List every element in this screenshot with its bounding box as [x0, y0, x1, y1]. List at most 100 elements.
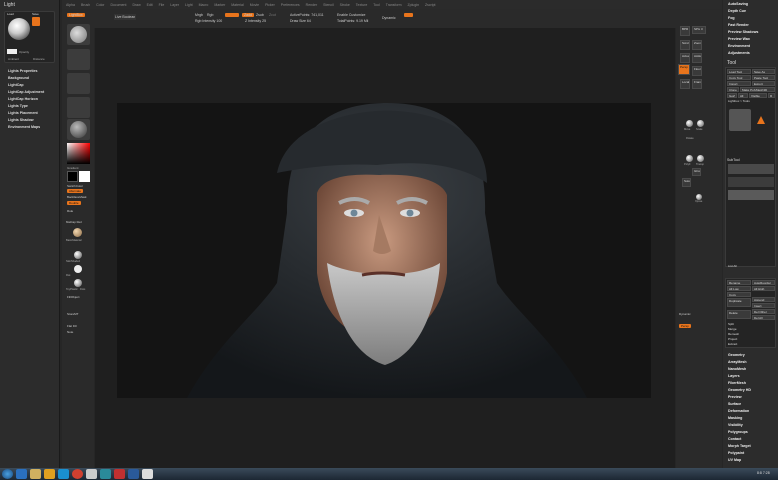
app-icon[interactable] [86, 469, 97, 479]
material-toyplastic[interactable] [74, 279, 82, 287]
rotate-label[interactable]: Rotate [686, 137, 694, 140]
light-bulb-icon[interactable] [32, 17, 40, 26]
app-icon[interactable] [114, 469, 125, 479]
menu-draw[interactable]: Draw [132, 3, 140, 7]
duplicate-button[interactable]: Duplicate [727, 298, 751, 307]
menu-light[interactable]: Light [185, 3, 193, 7]
material-skinshade[interactable] [74, 251, 82, 259]
menu-macro[interactable]: Macro [199, 3, 209, 7]
all-low-button[interactable]: All Low [727, 286, 751, 291]
menu-preview-wax[interactable]: Preview Wax [728, 37, 750, 41]
zadd-button[interactable]: Zadd [242, 13, 254, 17]
del-all-button[interactable]: Del All [752, 315, 775, 320]
backface-mask-button[interactable]: BackfaceMask [67, 195, 87, 199]
ruler-label[interactable]: Rule [67, 209, 73, 213]
zsub-button[interactable]: Zsub [256, 13, 264, 17]
menu-lights-properties[interactable]: Lights Properties [8, 69, 38, 73]
menu-polygroups[interactable]: Polygroups [728, 430, 748, 434]
transp-button[interactable] [697, 155, 704, 162]
save-as-button[interactable]: Save As [752, 69, 775, 74]
material-thumbnail[interactable] [67, 119, 90, 140]
aahalf-button[interactable]: AAHalf [692, 53, 702, 63]
material-flat[interactable] [74, 265, 82, 273]
texture-thumbnail[interactable] [67, 97, 90, 118]
rgb-intensity-slider[interactable]: Rgb Intensity 100 [195, 19, 222, 23]
menu-surface[interactable]: Surface [728, 402, 741, 406]
menu-preview[interactable]: Preview [728, 395, 742, 399]
menu-masking[interactable]: Masking [728, 416, 742, 420]
delete-button[interactable]: Delete [727, 310, 751, 319]
menu-adjustments[interactable]: Adjustments [728, 51, 750, 55]
menu-alpha[interactable]: Alpha [66, 3, 75, 7]
menu-fibermesh[interactable]: FiberMesh [728, 381, 746, 385]
menu-lights-type[interactable]: Lights Type [8, 104, 28, 108]
menu-uv-map[interactable]: UV Map [728, 458, 741, 462]
explorer-icon[interactable] [30, 469, 41, 479]
alternate-button[interactable]: Alternate [67, 189, 84, 193]
ambient-slider[interactable]: Ambient [8, 57, 19, 61]
menu-visibility[interactable]: Visibility [728, 423, 743, 427]
main-color[interactable] [79, 171, 90, 182]
del-other-button[interactable]: Del Other [752, 309, 775, 314]
paste-tool-button[interactable]: Paste Tool [752, 75, 775, 80]
fill-object-button[interactable]: FillObject [67, 295, 80, 299]
menu-zplugin[interactable]: Zplugin [408, 3, 419, 7]
viewport-render[interactable] [117, 103, 651, 398]
distance-slider[interactable]: Distance [33, 57, 45, 61]
menu-transform[interactable]: Transform [386, 3, 402, 7]
insert-button[interactable]: Insert [752, 303, 775, 308]
menu-polypaint[interactable]: Polypaint [728, 451, 744, 455]
copy-button[interactable]: Copy [727, 292, 751, 297]
menu-arraymesh[interactable]: ArrayMesh [728, 360, 747, 364]
menu-document[interactable]: Document [110, 3, 126, 7]
menu-fast-render[interactable]: Fast Render [728, 23, 749, 27]
menu-lights-placement[interactable]: Lights Placement [8, 111, 38, 115]
color-picker[interactable] [67, 143, 90, 164]
append-button[interactable]: Append [752, 297, 775, 302]
rgb-button[interactable]: Rgb [207, 13, 213, 17]
menu-movie[interactable]: Movie [250, 3, 259, 7]
menu-lightcap[interactable]: LightCap [8, 83, 24, 87]
menu-picker[interactable]: Picker [265, 3, 275, 7]
stroke-thumbnail[interactable] [67, 49, 90, 70]
menu-morph-target[interactable]: Morph Target [728, 444, 751, 448]
menu-autosaving[interactable]: AutoSaving [728, 2, 748, 6]
move-button[interactable] [686, 120, 693, 127]
menu-contact[interactable]: Contact [728, 437, 741, 441]
menu-preview-shadows[interactable]: Preview Shadows [728, 30, 758, 34]
enable-customize[interactable]: Enable Customize [337, 13, 365, 17]
draw-size-slider[interactable]: Draw Size 64 [290, 19, 311, 23]
matcap-material[interactable] [73, 228, 82, 237]
load-tool-button[interactable]: Load Tool [727, 69, 751, 74]
export-button[interactable]: Export [752, 81, 775, 86]
double-button[interactable]: Double [67, 201, 81, 205]
tab-save[interactable]: Save [32, 12, 39, 16]
dynamic-button[interactable]: Dynamic [382, 16, 396, 20]
menu-nanomesh[interactable]: NanoMesh [728, 367, 746, 371]
light-sphere[interactable] [8, 18, 30, 40]
light-placement-box[interactable]: Load Save Opacity Ambient Distance [4, 11, 55, 63]
clone-button[interactable]: Clone [727, 87, 739, 92]
make-polymesh-button[interactable]: Make PolyMesh3D [740, 87, 775, 92]
zcut-button[interactable]: Zcut [269, 13, 276, 17]
zbrush-icon[interactable] [142, 469, 153, 479]
switch-color-button[interactable]: SwitchColor [67, 184, 83, 188]
all-button[interactable]: All [738, 93, 748, 98]
live-boolean-button[interactable]: Live Boolean [114, 14, 137, 20]
menu-stencil[interactable]: Stencil [323, 3, 334, 7]
bpr-button[interactable]: BPR [680, 26, 690, 36]
menu-layer[interactable]: Layer [170, 3, 179, 7]
dynamic-toggle[interactable] [404, 13, 413, 17]
menu-lightcap-adjustment[interactable]: LightCap Adjustment [8, 90, 44, 94]
floor-button[interactable]: Floor [692, 66, 702, 76]
subtool-item[interactable] [728, 177, 774, 187]
project-menu[interactable]: Project [728, 337, 737, 341]
z-intensity-slider[interactable]: Z Intensity 25 [245, 19, 266, 23]
menu-background[interactable]: Background [8, 76, 29, 80]
skype-icon[interactable] [58, 469, 69, 479]
spix-slider[interactable]: SPix 3 [692, 26, 706, 34]
autoreorder-button[interactable]: AutoReorder [752, 280, 775, 285]
menu-edit[interactable]: Edit [147, 3, 153, 7]
menu-environment-maps[interactable]: Environment Maps [8, 125, 40, 129]
menu-tool[interactable]: Tool [373, 3, 379, 7]
